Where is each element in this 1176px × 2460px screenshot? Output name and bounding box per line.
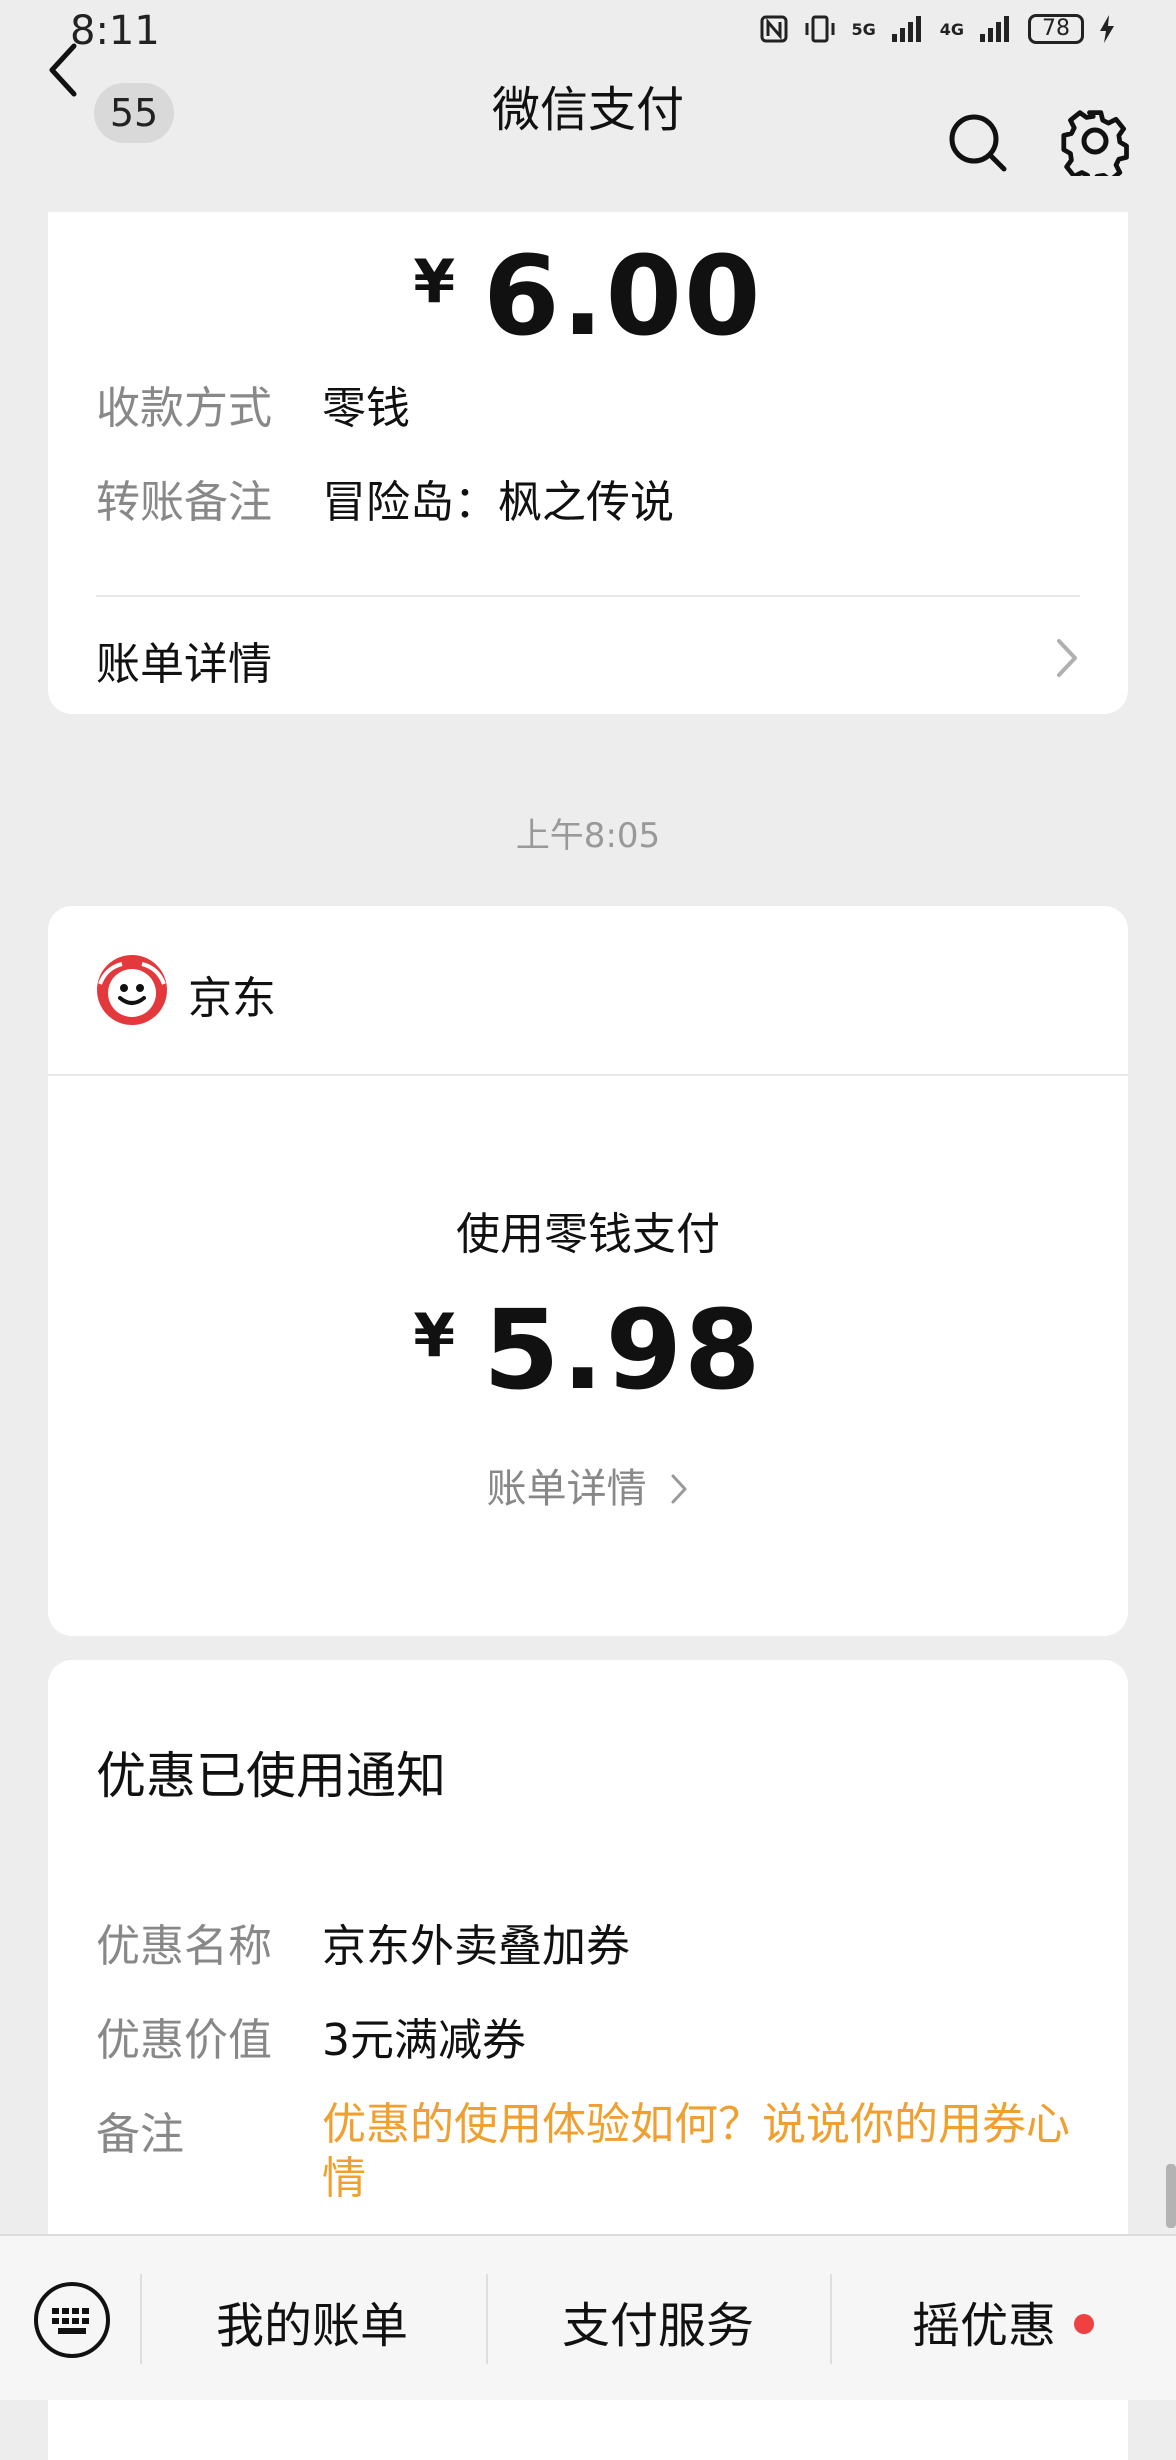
menu-separator bbox=[140, 2274, 142, 2364]
amount-value: 5.98 bbox=[483, 1286, 763, 1414]
bottom-menu-bar: 我的账单 支付服务 摇优惠 bbox=[0, 2234, 1176, 2400]
info-row: 收款方式 零钱 bbox=[96, 372, 410, 436]
info-row: 优惠价值 3元满减券 bbox=[96, 2004, 1080, 2068]
transfer-message-card: ¥6.00 收款方式 零钱 转账备注 冒险岛：枫之传说 账单详情 bbox=[48, 212, 1128, 714]
row-value: 冒险岛：枫之传说 bbox=[322, 477, 674, 528]
row-value: 京东外卖叠加券 bbox=[322, 1921, 630, 1972]
network-4g-label: 4G bbox=[939, 19, 964, 39]
notification-dot bbox=[1074, 2314, 1095, 2334]
search-icon[interactable] bbox=[946, 111, 1010, 175]
back-arrow-icon[interactable] bbox=[40, 38, 90, 102]
bill-details-link[interactable]: 账单详情 bbox=[96, 628, 1080, 692]
row-label: 收款方式 bbox=[96, 383, 272, 434]
notice-title: 优惠已使用通知 bbox=[96, 1747, 446, 1805]
unread-count-badge[interactable]: 55 bbox=[94, 83, 174, 143]
row-label: 优惠价值 bbox=[96, 2015, 272, 2066]
row-label: 备注 bbox=[96, 2109, 184, 2160]
menu-shake-offers-label: 摇优惠 bbox=[912, 2298, 1057, 2354]
info-row: 备注 优惠的使用体验如何？说说你的用券心情 bbox=[96, 2098, 1080, 2206]
gear-icon[interactable] bbox=[1060, 106, 1130, 176]
keyboard-icon[interactable] bbox=[32, 2280, 112, 2360]
payment-message-card[interactable]: 京东 使用零钱支付 ¥5.98 账单详情 bbox=[48, 906, 1128, 1636]
row-label: 优惠名称 bbox=[96, 1921, 272, 1972]
signal-4g-icon bbox=[980, 16, 1009, 42]
message-timestamp: 上午8:05 bbox=[515, 816, 661, 856]
menu-separator bbox=[830, 2274, 832, 2364]
info-row: 转账备注 冒险岛：枫之传说 bbox=[96, 466, 674, 530]
row-label: 转账备注 bbox=[96, 477, 272, 528]
scrollbar[interactable] bbox=[1166, 2164, 1176, 2228]
transfer-amount: ¥6.00 bbox=[48, 232, 1128, 360]
payment-method-text: 使用零钱支付 bbox=[456, 1209, 720, 1260]
menu-payment-services[interactable]: 支付服务 bbox=[562, 2286, 754, 2356]
merchant-name: 京东 bbox=[188, 973, 276, 1024]
divider bbox=[96, 595, 1080, 597]
menu-shake-offers[interactable]: 摇优惠 bbox=[912, 2286, 1095, 2356]
amount-value: 6.00 bbox=[483, 232, 763, 360]
bill-details-link[interactable]: 账单详情 bbox=[48, 1456, 1128, 1514]
chevron-right-icon bbox=[671, 1474, 687, 1504]
network-5g-label: 5G bbox=[851, 19, 876, 39]
status-icons: 5G 4G 78 bbox=[759, 14, 1116, 44]
divider bbox=[48, 1074, 1128, 1076]
currency-symbol: ¥ bbox=[413, 247, 458, 317]
row-value: 零钱 bbox=[322, 383, 410, 434]
status-bar: 8:11 5G 4G 78 bbox=[0, 0, 1176, 72]
bill-details-label: 账单详情 bbox=[96, 639, 272, 690]
payment-amount: ¥5.98 bbox=[48, 1286, 1128, 1414]
bill-details-label: 账单详情 bbox=[486, 1466, 647, 1512]
feedback-link[interactable]: 优惠的使用体验如何？说说你的用券心情 bbox=[322, 2098, 1080, 2206]
info-row: 优惠名称 京东外卖叠加券 bbox=[96, 1910, 1080, 1974]
signal-5g-icon bbox=[891, 16, 921, 42]
chevron-right-icon bbox=[1057, 639, 1077, 677]
jd-logo-icon bbox=[97, 955, 167, 1025]
nfc-icon bbox=[760, 15, 788, 43]
menu-my-bills[interactable]: 我的账单 bbox=[216, 2286, 408, 2356]
battery-level: 78 bbox=[1028, 14, 1084, 44]
menu-separator bbox=[486, 2274, 488, 2364]
vibrate-icon bbox=[805, 15, 835, 43]
currency-symbol: ¥ bbox=[413, 1301, 458, 1371]
charging-icon bbox=[1100, 15, 1114, 43]
row-value: 3元满减券 bbox=[322, 2015, 526, 2066]
